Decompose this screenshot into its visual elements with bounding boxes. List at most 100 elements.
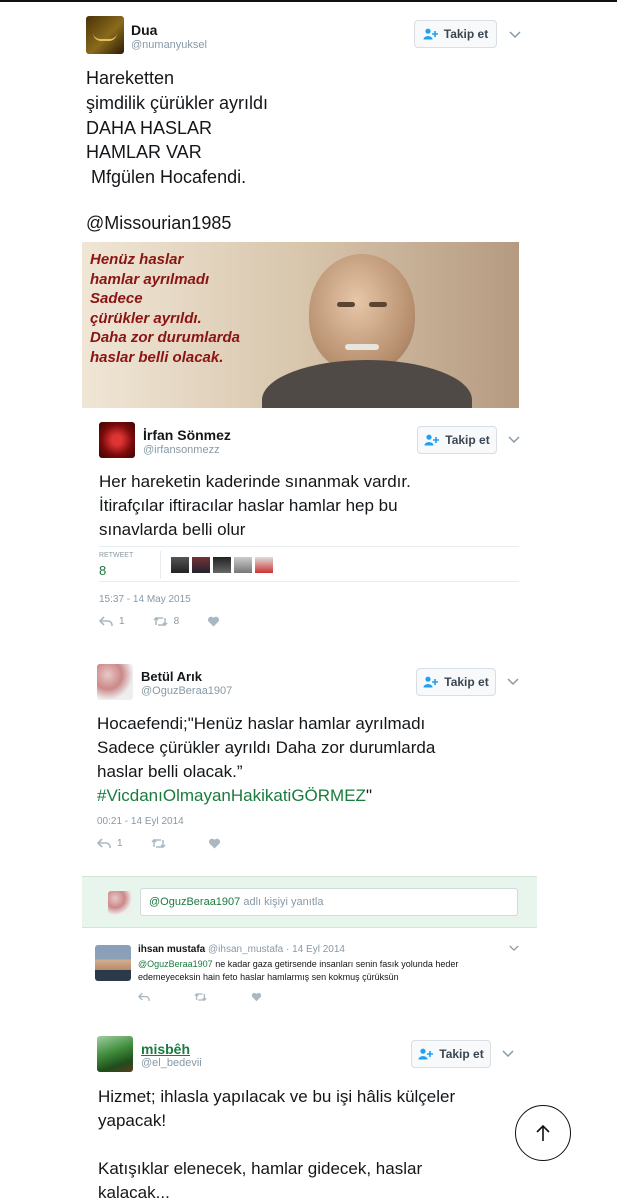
user-name[interactable]: misbêh [141,1041,190,1057]
heart-icon[interactable] [251,992,262,1002]
reply-header: ihsan mustafa @ihsan_mustafa · 14 Eyl 20… [138,944,345,955]
avatar[interactable] [99,422,135,458]
tweet-actions: 1 [97,838,221,849]
follow-label: Takip et [445,433,490,447]
chevron-down-icon[interactable] [507,678,519,686]
tweet-line: Katışıklar elenecek, hamlar gidecek, has… [98,1159,423,1178]
reply-button[interactable]: 1 [97,838,123,849]
person-plus-icon [424,434,440,446]
reply-tweet: ihsan mustafa @ihsan_mustafa · 14 Eyl 20… [84,935,534,1015]
heart-icon [208,838,220,849]
user-name[interactable]: ihsan mustafa [138,944,205,955]
avatar[interactable] [213,557,231,573]
image-caption: Henüz haslar hamlar ayrılmadı Sadece çür… [90,250,240,367]
avatar[interactable] [97,1036,133,1072]
tweet-line: haslar belli olacak.” [97,762,243,781]
avatar [108,891,132,915]
tweet-line: kalacak... [98,1183,170,1200]
tweet-text: Hizmet; ihlasla yapılacak ve bu işi hâli… [98,1085,455,1200]
retweet-icon [151,838,166,849]
tweet-line: Hocaefendi;"Henüz haslar hamlar ayrılmad… [97,714,426,733]
reply-mention: @OguzBeraa1907 [149,896,241,908]
retweet-count[interactable]: 8 [99,563,106,578]
user-name[interactable]: Dua [131,22,157,38]
retweeter-avatars [171,557,273,573]
avatar[interactable] [171,557,189,573]
user-handle[interactable]: @el_bedevii [141,1057,202,1069]
user-name[interactable]: Betül Arık [141,669,202,684]
chevron-down-icon[interactable] [502,1050,514,1058]
chevron-down-icon[interactable] [509,31,521,39]
user-handle[interactable]: @ihsan_mustafa [208,944,283,955]
avatar[interactable] [234,557,252,573]
tweet-line: DAHA HASLAR [86,117,213,138]
retweet-button[interactable] [151,838,166,849]
caption-line: hamlar ayrılmadı [90,270,210,288]
tweet-line: HAMLAR VAR [86,142,202,163]
avatar[interactable] [95,945,131,981]
like-button[interactable] [207,616,220,627]
tweet-line: Hizmet; ihlasla yapılacak ve bu işi hâli… [98,1087,456,1106]
scroll-to-top-button[interactable] [515,1105,571,1161]
reply-icon[interactable] [138,992,150,1002]
retweet-button[interactable]: 8 [153,616,179,627]
tweet-line: Mfgülen Hocafendi. [86,167,247,188]
reply-line: edemeyeceksin hain feto haslar hamlarmış… [138,972,399,982]
stats-divider [160,551,161,579]
tweet-card-betul: Betül Arık @OguzBeraa1907 Takip et Hocae… [86,656,521,864]
tweet-line: şimdilik çürükler ayrıldı [86,92,269,113]
hashtag-suffix: " [365,786,372,805]
hashtag-line: #VicdanıOlmayanHakikatiGÖRMEZ" [97,784,435,808]
reply-mention[interactable]: @OguzBeraa1907 [138,959,213,969]
tweet-card-misbeh: misbêh @el_bedevii Takip et Hizmet; ihla… [84,1025,534,1200]
reply-button[interactable]: 1 [99,616,125,627]
follow-button[interactable]: Takip et [417,426,497,454]
follow-label: Takip et [443,27,489,41]
retweet-icon [153,616,168,627]
tweet-text: Hocaefendi;"Henüz haslar hamlar ayrılmad… [97,712,435,808]
follow-label: Takip et [439,1047,484,1061]
avatar[interactable] [86,16,124,54]
avatar[interactable] [97,664,133,700]
retweet-label: RETWEET [99,552,134,559]
tweet-line: sınavlarda belli olur [99,520,246,539]
timestamp[interactable]: 15:37 - 14 May 2015 [99,594,191,605]
reply-date[interactable]: · 14 Eyl 2014 [286,944,345,955]
caption-line: çürükler ayrıldı. [90,309,202,327]
reply-count: 1 [119,616,125,627]
tweet-line: İtirafçılar iftiracılar haslar hamlar he… [99,496,398,515]
user-handle[interactable]: @numanyuksel [131,39,207,51]
reply-compose-bar: @OguzBeraa1907 adlı kişiyi yanıtla [82,876,537,928]
tweet-card-dua: Dua @numanyuksel Takip et Hareketten şim… [72,6,540,408]
user-handle[interactable]: @irfansonmezz [143,444,220,456]
reply-input[interactable]: @OguzBeraa1907 adlı kişiyi yanıtla [140,888,518,916]
user-handle[interactable]: @OguzBeraa1907 [141,685,232,697]
person-plus-icon [423,676,439,688]
hashtag-link[interactable]: #VicdanıOlmayanHakikatiGÖRMEZ [97,786,366,805]
follow-button[interactable]: Takip et [416,668,496,696]
portrait-image [262,250,472,408]
chevron-down-icon[interactable] [508,436,520,444]
retweet-icon[interactable] [194,992,207,1002]
reply-text: @OguzBeraa1907 ne kadar gaza getirsende … [138,958,458,984]
avatar[interactable] [192,557,210,573]
person-plus-icon [418,1048,434,1060]
arrow-up-icon [536,1124,550,1141]
tweet-actions: 1 8 [99,616,220,627]
reply-icon [99,616,113,626]
calligraphy-icon [93,29,117,41]
reply-count: 1 [117,838,123,849]
like-button[interactable] [208,838,221,849]
follow-label: Takip et [444,675,489,689]
tweet-line: Hareketten [86,68,175,88]
tweet-image[interactable]: Henüz haslar hamlar ayrılmadı Sadece çür… [82,242,519,408]
mention-link[interactable]: @Missourian1985 [86,213,231,234]
chevron-down-icon[interactable] [509,945,519,952]
follow-button[interactable]: Takip et [414,20,497,48]
user-name[interactable]: İrfan Sönmez [143,427,231,443]
caption-line: Sadece [90,290,143,307]
avatar[interactable] [255,557,273,573]
timestamp[interactable]: 00:21 - 14 Eyl 2014 [97,816,184,827]
follow-button[interactable]: Takip et [411,1040,491,1068]
tweet-text: Hareketten şimdilik çürükler ayrıldı DAH… [86,66,268,190]
